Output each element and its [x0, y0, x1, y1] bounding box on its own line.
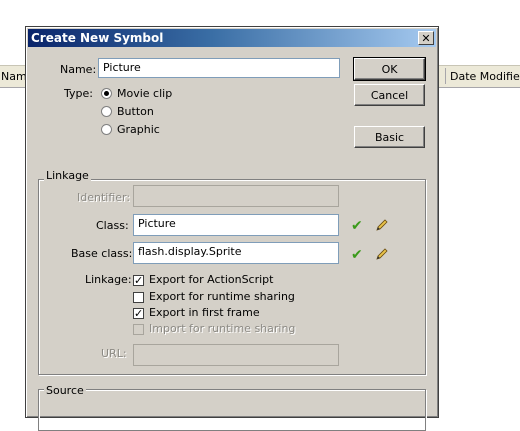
column-separator[interactable] — [445, 68, 446, 84]
close-button[interactable]: ✕ — [418, 31, 434, 45]
title-bar[interactable]: Create New Symbol ✕ — [28, 29, 436, 47]
column-header-date-modified[interactable]: Date Modified — [450, 70, 520, 83]
name-label: Name: — [60, 63, 97, 76]
cancel-button-label: Cancel — [370, 88, 409, 102]
radio-graphic[interactable] — [101, 124, 112, 135]
identifier-field — [133, 185, 339, 207]
type-label: Type: — [64, 87, 93, 100]
linkage-group-title: Linkage — [44, 169, 91, 182]
name-field[interactable]: Picture — [98, 58, 340, 78]
class-label: Class: — [96, 219, 129, 232]
source-group — [38, 389, 426, 431]
checkbox-export-runtime-sharing-label[interactable]: Export for runtime sharing — [149, 290, 295, 303]
checkmark-icon[interactable]: ✔ — [351, 248, 363, 262]
class-field[interactable]: Picture — [133, 214, 339, 236]
checkbox-export-actionscript[interactable]: ✓ — [133, 275, 144, 286]
checkbox-import-runtime-sharing — [133, 324, 144, 335]
pencil-icon[interactable] — [375, 218, 389, 232]
checkmark-icon[interactable]: ✔ — [351, 219, 363, 233]
ok-button-label: OK — [381, 62, 398, 76]
checkbox-export-first-frame[interactable]: ✓ — [133, 308, 144, 319]
base-class-label: Base class: — [71, 247, 133, 260]
ok-button[interactable]: OK — [353, 57, 426, 81]
pencil-icon[interactable] — [375, 247, 389, 261]
checkbox-export-actionscript-label[interactable]: Export for ActionScript — [149, 273, 273, 286]
radio-button-label[interactable]: Button — [117, 105, 154, 118]
radio-movie-clip[interactable] — [101, 88, 112, 99]
radio-graphic-label[interactable]: Graphic — [117, 123, 160, 136]
identifier-label: Identifier: — [77, 191, 131, 204]
basic-button[interactable]: Basic — [354, 126, 425, 148]
dialog-title: Create New Symbol — [31, 31, 164, 45]
create-new-symbol-dialog: Create New Symbol ✕ Name: Picture Type: … — [25, 26, 439, 431]
checkbox-import-runtime-sharing-label: Import for runtime sharing — [149, 322, 296, 335]
close-icon: ✕ — [421, 31, 431, 45]
url-field — [133, 344, 339, 366]
linkage-label: Linkage: — [85, 273, 132, 286]
url-label: URL: — [101, 347, 127, 360]
cancel-button[interactable]: Cancel — [354, 84, 425, 106]
basic-button-label: Basic — [374, 130, 405, 144]
checkbox-export-first-frame-label[interactable]: Export in first frame — [149, 306, 260, 319]
radio-button[interactable] — [101, 106, 112, 117]
checkbox-export-runtime-sharing[interactable] — [133, 292, 144, 303]
source-group-title: Source — [44, 384, 86, 397]
radio-movie-clip-label[interactable]: Movie clip — [117, 87, 172, 100]
base-class-field[interactable]: flash.display.Sprite — [133, 242, 339, 264]
